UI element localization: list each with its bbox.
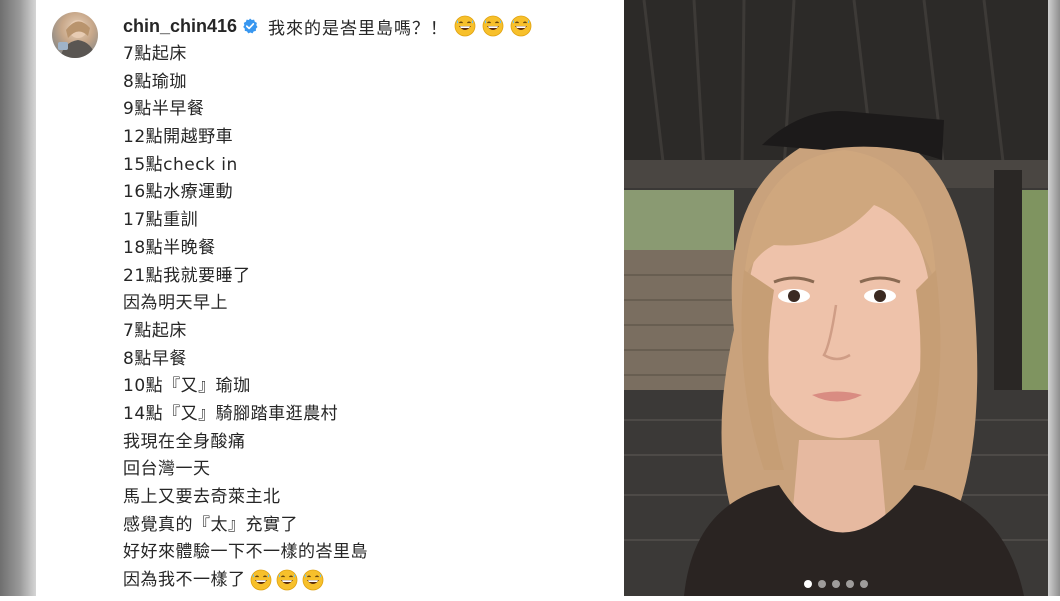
grinning-sweat-emoji-icon: [454, 15, 476, 37]
caption-line: 因為明天早上: [123, 293, 228, 314]
caption-line: 16點水療運動: [123, 182, 234, 203]
grinning-sweat-emoji-icon: [482, 15, 504, 37]
caption-line: 17點重訓: [123, 210, 199, 231]
username-link[interactable]: chin_chin416: [123, 16, 237, 37]
carousel-dot[interactable]: [832, 580, 840, 588]
carousel-indicator: [624, 580, 1048, 588]
caption-line-last: 因為我不一樣了: [123, 567, 368, 595]
caption-line: 馬上又要去奇萊主北: [123, 487, 281, 507]
selfie-illustration: [624, 0, 1048, 596]
caption-line: 8點早餐: [123, 348, 187, 369]
carousel-dot[interactable]: [804, 580, 812, 588]
blurred-left-border: [0, 0, 36, 596]
grinning-sweat-emoji-icon: [510, 15, 532, 37]
caption-line: 我現在全身酸痛: [123, 431, 246, 452]
grinning-sweat-emoji-icon: [302, 569, 324, 591]
carousel-dot[interactable]: [818, 580, 826, 588]
caption-line: 21點我就要睡了: [123, 265, 251, 286]
caption-line: 15點check in: [123, 154, 238, 175]
caption-line: 7點起床: [123, 44, 187, 64]
caption-line: 回台灣一天: [123, 459, 211, 480]
verified-badge-icon: [242, 18, 258, 34]
caption-line: 感覺真的『太』充實了: [123, 514, 298, 535]
caption-line: 14點『又』騎腳踏車逛農村: [123, 403, 339, 424]
caption-header: chin_chin416 我來的是峇里島嗎？！: [123, 13, 532, 39]
grinning-sweat-emoji-icon: [276, 569, 298, 591]
post-caption-panel: chin_chin416 我來的是峇里島嗎？！ 7點起床 8點瑜珈 9點半早餐 …: [36, 0, 624, 596]
caption-line: 8點瑜珈: [123, 71, 187, 92]
caption-line: 18點半晚餐: [123, 237, 216, 258]
caption-line: 7點起床: [123, 320, 187, 341]
caption-headline: 我來的是峇里島嗎？！: [268, 18, 449, 39]
grinning-sweat-emoji-icon: [250, 569, 272, 591]
caption-line-text: 因為我不一樣了: [123, 570, 246, 591]
caption-line: 好好來體驗一下不一樣的峇里島: [123, 542, 368, 563]
caption-line: 10點『又』瑜珈: [123, 376, 251, 397]
post-photo[interactable]: [624, 0, 1048, 596]
caption-line: 9點半早餐: [123, 99, 205, 120]
caption-body: 7點起床 8點瑜珈 9點半早餐 12點開越野車 15點check in 16點水…: [123, 41, 368, 595]
carousel-dot[interactable]: [846, 580, 854, 588]
avatar[interactable]: [52, 12, 98, 58]
blurred-right-border: [1048, 0, 1060, 596]
caption-line: 12點開越野車: [123, 127, 234, 148]
carousel-dot[interactable]: [860, 580, 868, 588]
